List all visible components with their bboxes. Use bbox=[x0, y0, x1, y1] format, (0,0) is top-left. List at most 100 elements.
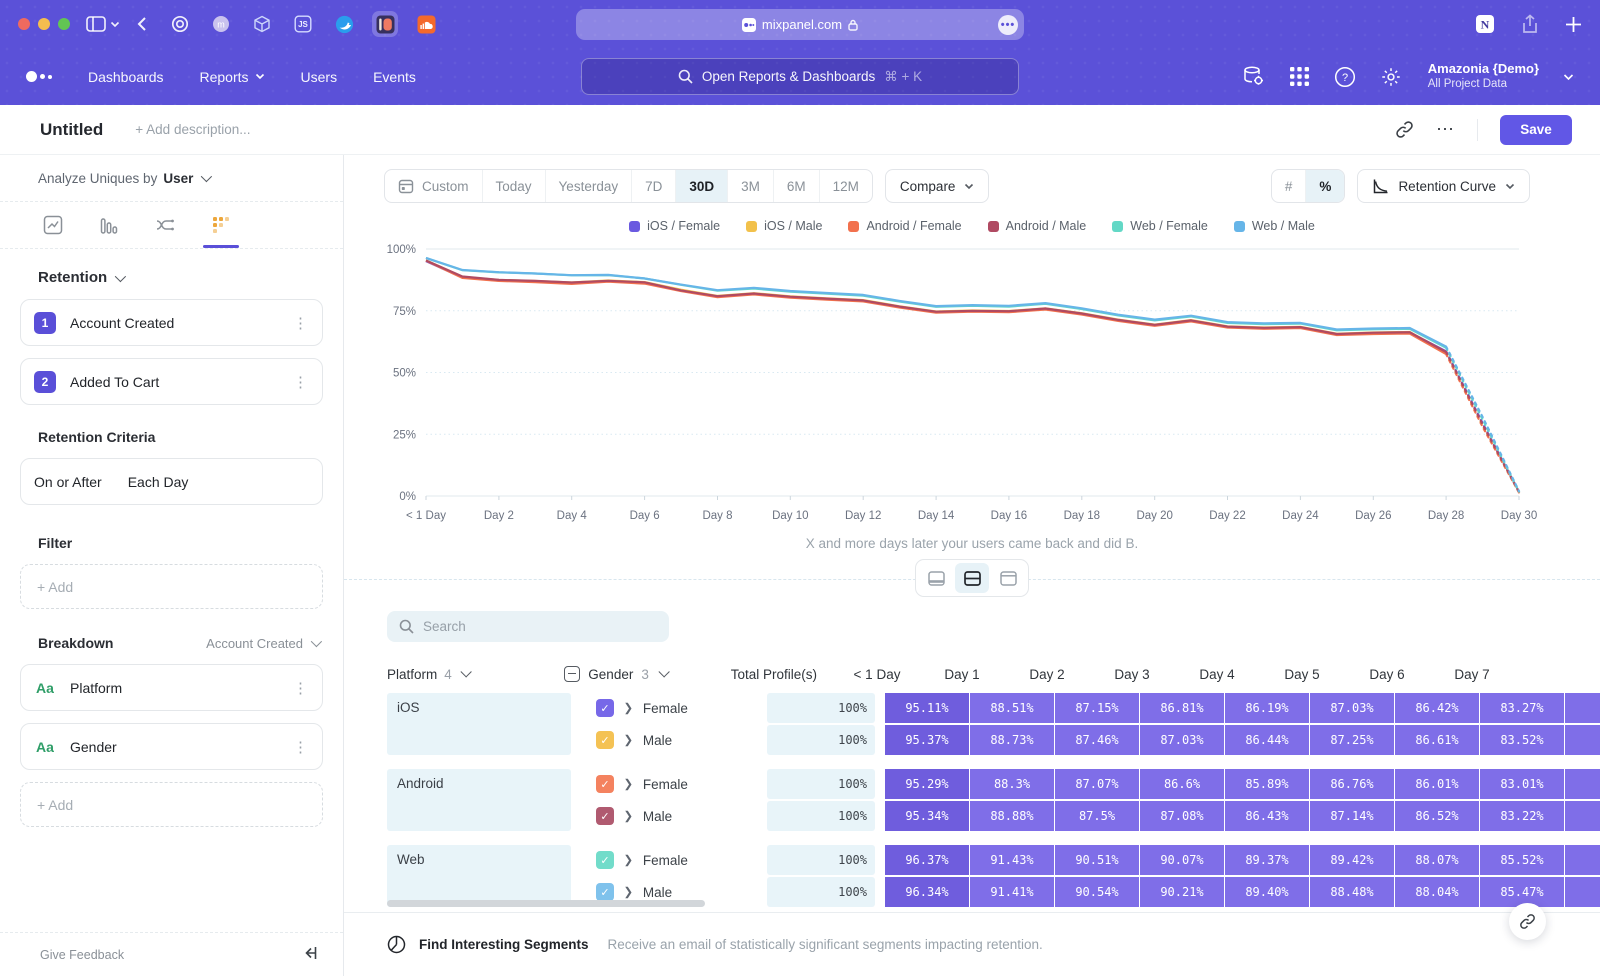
analyze-value[interactable]: User bbox=[163, 171, 193, 186]
criteria-on-or-after[interactable]: On or After bbox=[34, 474, 102, 490]
retention-section-title[interactable]: Retention bbox=[38, 269, 323, 286]
day-header[interactable]: Day 1 bbox=[920, 667, 1004, 682]
total-profiles-header[interactable]: Total Profile(s) bbox=[728, 667, 825, 682]
breakdown-add-button[interactable]: + Add bbox=[20, 782, 323, 827]
tab-js-icon[interactable]: JS bbox=[290, 11, 316, 37]
tab-insights-icon[interactable] bbox=[32, 202, 74, 248]
platform-column-header[interactable]: Platform4 bbox=[387, 667, 551, 682]
row-checkbox-checked[interactable]: ✓ bbox=[596, 851, 614, 869]
step-kebab-icon[interactable]: ⋮ bbox=[293, 373, 308, 391]
help-icon[interactable]: ? bbox=[1334, 66, 1356, 88]
compare-button[interactable]: Compare bbox=[885, 169, 990, 203]
filter-add-button[interactable]: + Add bbox=[20, 564, 323, 609]
expand-row-icon[interactable]: ❯ bbox=[624, 853, 634, 867]
table-only-view-icon[interactable] bbox=[991, 563, 1025, 593]
range-chip-yesterday[interactable]: Yesterday bbox=[545, 170, 632, 202]
minimize-window-button[interactable] bbox=[38, 18, 50, 30]
criteria-each-day[interactable]: Each Day bbox=[128, 474, 189, 490]
range-chip-custom[interactable]: Custom bbox=[385, 170, 482, 202]
tab-flows-icon[interactable] bbox=[144, 202, 186, 248]
day-header[interactable]: Day 5 bbox=[1260, 667, 1344, 682]
legend-item[interactable]: iOS / Male bbox=[746, 219, 822, 233]
report-description-placeholder[interactable]: + Add description... bbox=[135, 122, 250, 137]
project-switcher[interactable]: Amazonia {Demo} All Project Data bbox=[1428, 61, 1539, 92]
day-header[interactable]: Day 4 bbox=[1175, 667, 1259, 682]
select-all-checkbox-indeterminate[interactable] bbox=[564, 666, 580, 682]
range-chip-3m[interactable]: 3M bbox=[727, 170, 773, 202]
horizontal-scrollbar[interactable] bbox=[387, 900, 705, 907]
split-view-icon[interactable] bbox=[955, 563, 989, 593]
legend-item[interactable]: Android / Male bbox=[988, 219, 1087, 233]
row-checkbox-checked[interactable]: ✓ bbox=[596, 731, 614, 749]
chart-type-selector[interactable]: Retention Curve bbox=[1357, 169, 1530, 203]
step-card-added-to-cart[interactable]: 2 Added To Cart ⋮ bbox=[20, 358, 323, 405]
range-chip-12m[interactable]: 12M bbox=[819, 170, 872, 202]
copy-link-icon[interactable] bbox=[1395, 120, 1414, 139]
breakdown-kebab-icon[interactable]: ⋮ bbox=[293, 738, 308, 756]
row-checkbox-checked[interactable]: ✓ bbox=[596, 699, 614, 717]
tab-avatar-icon[interactable]: m bbox=[208, 11, 234, 37]
day-header[interactable]: Day 3 bbox=[1090, 667, 1174, 682]
apps-grid-icon[interactable] bbox=[1289, 66, 1310, 87]
close-window-button[interactable] bbox=[18, 18, 30, 30]
share-link-fab[interactable] bbox=[1509, 903, 1546, 940]
collapse-sidebar-icon[interactable] bbox=[302, 946, 317, 963]
nav-dashboards[interactable]: Dashboards bbox=[88, 69, 164, 85]
expand-row-icon[interactable]: ❯ bbox=[624, 885, 634, 899]
global-search[interactable]: Open Reports & Dashboards ⌘ + K bbox=[581, 58, 1019, 95]
nav-events[interactable]: Events bbox=[373, 69, 416, 85]
range-chip-7d[interactable]: 7D bbox=[631, 170, 675, 202]
browser-sidebar-toggle-icon[interactable] bbox=[86, 16, 120, 32]
tab-cube-icon[interactable] bbox=[249, 11, 275, 37]
breakdown-event-selector[interactable]: Account Created bbox=[206, 636, 319, 651]
expand-row-icon[interactable]: ❯ bbox=[624, 701, 634, 715]
tab-soundcloud-icon[interactable] bbox=[413, 11, 439, 37]
tab-target-icon[interactable] bbox=[167, 11, 193, 37]
expand-row-icon[interactable]: ❯ bbox=[624, 809, 634, 823]
day-header[interactable]: < 1 Day bbox=[835, 667, 919, 682]
expand-row-icon[interactable]: ❯ bbox=[624, 777, 634, 791]
nav-users[interactable]: Users bbox=[301, 69, 338, 85]
tab-reader-icon-active[interactable] bbox=[372, 11, 398, 37]
notion-extension-icon[interactable]: N bbox=[1475, 14, 1495, 34]
nav-reports[interactable]: Reports bbox=[200, 69, 265, 85]
new-tab-plus-icon[interactable] bbox=[1565, 16, 1582, 33]
retention-curve-chart[interactable]: 100%75%50%25%0%< 1 DayDay 2Day 4Day 6Day… bbox=[384, 241, 1544, 529]
absolute-values-toggle[interactable]: # bbox=[1272, 170, 1306, 202]
range-chip-6m[interactable]: 6M bbox=[773, 170, 819, 202]
give-feedback-link[interactable]: Give Feedback bbox=[40, 948, 124, 962]
day-header[interactable]: Day 7 bbox=[1430, 667, 1514, 682]
legend-item[interactable]: Web / Female bbox=[1112, 219, 1208, 233]
tab-bird-icon[interactable] bbox=[331, 11, 357, 37]
settings-gear-icon[interactable] bbox=[1380, 66, 1402, 88]
report-title[interactable]: Untitled bbox=[40, 120, 103, 140]
day-header[interactable]: Day 6 bbox=[1345, 667, 1429, 682]
step-kebab-icon[interactable]: ⋮ bbox=[293, 314, 308, 332]
step-card-account-created[interactable]: 1 Account Created ⋮ bbox=[20, 299, 323, 346]
range-chip-30d[interactable]: 30D bbox=[675, 170, 727, 202]
row-checkbox-checked[interactable]: ✓ bbox=[596, 775, 614, 793]
tab-retention-icon[interactable] bbox=[200, 202, 242, 248]
extensions-ellipsis-icon[interactable]: ••• bbox=[998, 15, 1018, 35]
row-checkbox-checked[interactable]: ✓ bbox=[596, 883, 614, 901]
range-chip-today[interactable]: Today bbox=[482, 170, 545, 202]
more-actions-icon[interactable]: ⋯ bbox=[1436, 119, 1455, 140]
mixpanel-logo[interactable] bbox=[26, 71, 52, 82]
tab-funnels-icon[interactable] bbox=[88, 202, 130, 248]
data-management-icon[interactable] bbox=[1242, 65, 1265, 88]
legend-item[interactable]: Android / Female bbox=[848, 219, 961, 233]
expand-row-icon[interactable]: ❯ bbox=[624, 733, 634, 747]
browser-back-icon[interactable] bbox=[136, 16, 147, 32]
table-search-input[interactable] bbox=[423, 619, 643, 634]
breakdown-kebab-icon[interactable]: ⋮ bbox=[293, 679, 308, 697]
breakdown-card-gender[interactable]: Aa Gender ⋮ bbox=[20, 723, 323, 770]
gender-column-header[interactable]: Gender3 bbox=[551, 666, 727, 682]
browser-url-bar[interactable]: mixpanel.com ••• bbox=[576, 9, 1024, 40]
table-search[interactable] bbox=[387, 611, 669, 642]
percent-values-toggle[interactable]: % bbox=[1305, 170, 1344, 202]
segments-title[interactable]: Find Interesting Segments bbox=[419, 937, 589, 952]
day-header[interactable]: Day 2 bbox=[1005, 667, 1089, 682]
zoom-window-button[interactable] bbox=[58, 18, 70, 30]
legend-item[interactable]: Web / Male bbox=[1234, 219, 1315, 233]
save-button[interactable]: Save bbox=[1500, 115, 1572, 145]
